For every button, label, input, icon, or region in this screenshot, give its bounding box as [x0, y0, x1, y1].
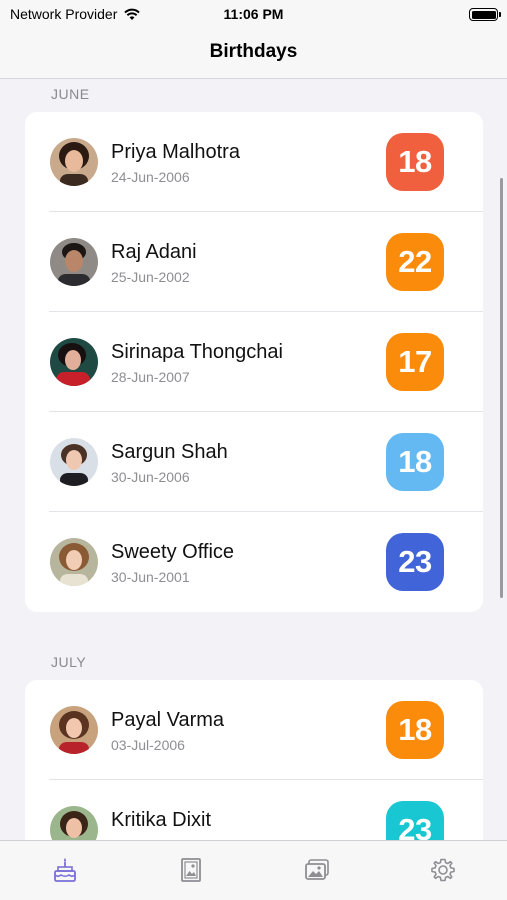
age-badge: 23: [386, 801, 444, 840]
birth-date: 30-Jun-2001: [111, 569, 190, 585]
status-bar: Network Provider 11:06 PM: [0, 0, 507, 30]
birthday-cake-icon: [54, 858, 76, 882]
gear-icon: [431, 858, 455, 882]
section-header-july: JULY: [51, 654, 87, 670]
list-item[interactable]: Payal Varma 03-Jul-2006 18: [25, 680, 483, 780]
list-item[interactable]: Sweety Office 30-Jun-2001 23: [25, 512, 483, 612]
section-header-june: JUNE: [51, 86, 90, 102]
tab-gallery[interactable]: [302, 855, 332, 885]
age-badge: 18: [386, 433, 444, 491]
avatar: [50, 806, 98, 840]
list-item[interactable]: Raj Adani 25-Jun-2002 22: [25, 212, 483, 312]
birth-date: 30-Jun-2006: [111, 469, 190, 485]
photo-frame-icon: [181, 858, 201, 882]
person-name: Priya Malhotra: [111, 141, 240, 163]
tab-photo-frame[interactable]: [176, 855, 206, 885]
list-item[interactable]: Kritika Dixit 23: [25, 780, 483, 840]
battery-icon: [469, 8, 501, 21]
person-name: Sargun Shah: [111, 441, 228, 463]
photo-gallery-icon: [305, 859, 329, 880]
tab-birthdays[interactable]: [50, 855, 80, 885]
age-badge: 18: [386, 133, 444, 191]
age-badge: 18: [386, 701, 444, 759]
birthday-list[interactable]: JUNE Priya Malhotra 24-Jun-2006 18 Raj A…: [0, 80, 507, 840]
age-badge: 23: [386, 533, 444, 591]
birth-date: 24-Jun-2006: [111, 169, 190, 185]
avatar: [50, 538, 98, 586]
tab-bar: [0, 840, 507, 900]
list-item[interactable]: Priya Malhotra 24-Jun-2006 18: [25, 112, 483, 212]
birth-date: 25-Jun-2002: [111, 269, 190, 285]
avatar: [50, 138, 98, 186]
avatar: [50, 438, 98, 486]
avatar: [50, 338, 98, 386]
page-title: Birthdays: [209, 41, 298, 62]
list-item[interactable]: Sirinapa Thongchai 28-Jun-2007 17: [25, 312, 483, 412]
list-item[interactable]: Sargun Shah 30-Jun-2006 18: [25, 412, 483, 512]
person-name: Sweety Office: [111, 541, 235, 563]
avatar: [50, 238, 98, 286]
person-name: Sirinapa Thongchai: [111, 341, 283, 363]
section-card-june: Priya Malhotra 24-Jun-2006 18 Raj Adani …: [25, 112, 483, 612]
scroll-indicator[interactable]: [500, 178, 503, 598]
age-badge: 17: [386, 333, 444, 391]
avatar: [50, 706, 98, 754]
tab-settings[interactable]: [428, 855, 458, 885]
person-name: Kritika Dixit: [111, 809, 212, 831]
section-card-july: Payal Varma 03-Jul-2006 18 Kritika Dixit…: [25, 680, 483, 840]
person-name: Payal Varma: [111, 709, 225, 731]
birth-date: 28-Jun-2007: [111, 369, 190, 385]
navigation-bar: Birthdays: [0, 30, 507, 79]
status-time: 11:06 PM: [223, 6, 284, 22]
person-name: Raj Adani: [111, 241, 197, 263]
age-badge: 22: [386, 233, 444, 291]
birth-date: 03-Jul-2006: [111, 737, 185, 753]
